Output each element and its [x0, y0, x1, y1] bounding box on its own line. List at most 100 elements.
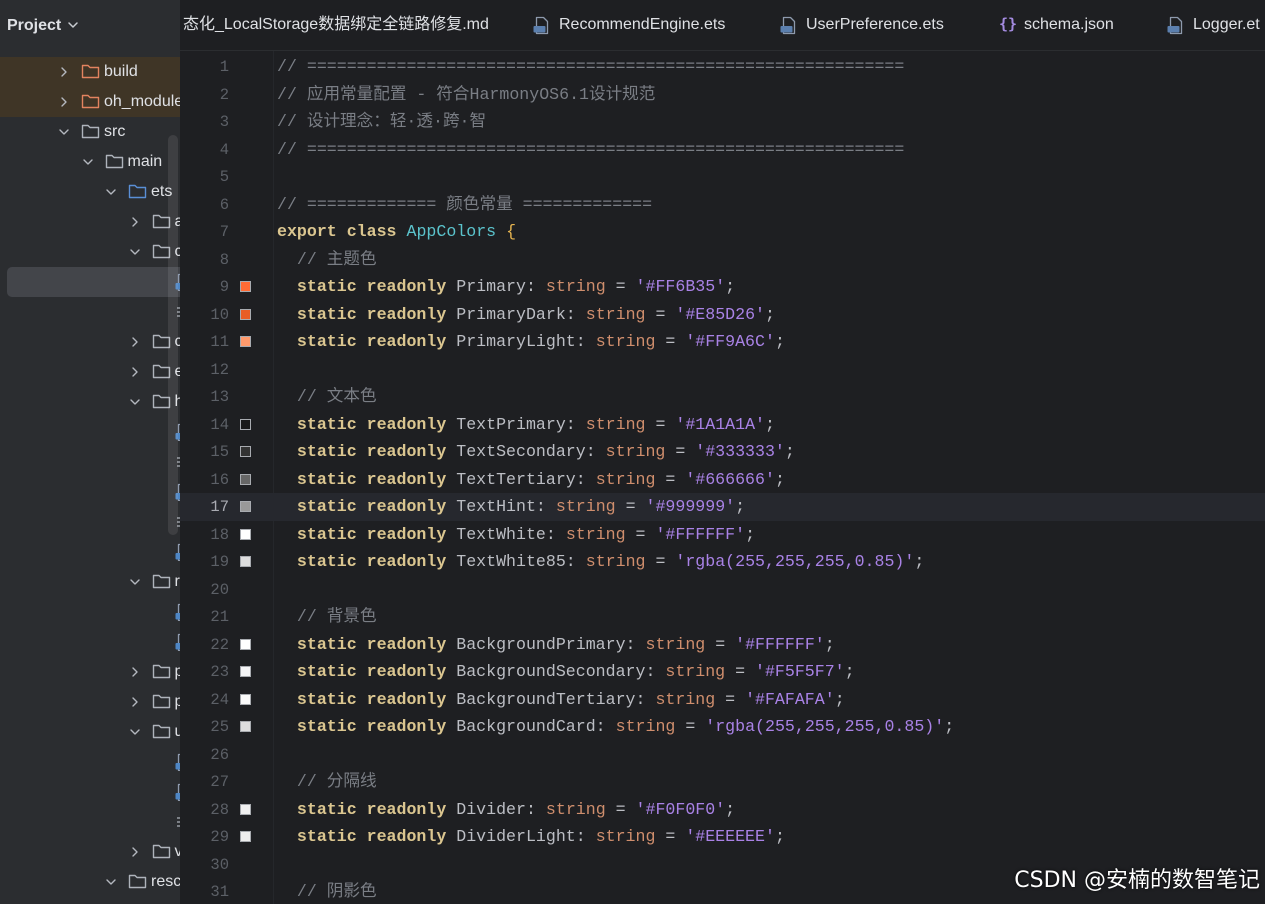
code-line-2[interactable]: 2 // 应用常量配置 - 符合HarmonyOS6.1设计规范: [180, 81, 1265, 109]
code-line-27[interactable]: 27 // 分隔线: [180, 768, 1265, 796]
project-tree[interactable]: build oh_module src main ets a c c e h r p p u v resc: [0, 0, 180, 904]
chevron-down-icon[interactable]: [129, 397, 140, 407]
code-line-8[interactable]: 8 // 主题色: [180, 246, 1265, 274]
tree-file-ets-file[interactable]: [0, 597, 180, 627]
code-line-25[interactable]: 25 static readonly BackgroundCard: strin…: [180, 713, 1265, 741]
tree-folder-u[interactable]: u: [0, 717, 180, 747]
code-line-20[interactable]: 20: [180, 576, 1265, 604]
project-panel-header[interactable]: Project: [0, 0, 180, 50]
tree-scrollbar-thumb[interactable]: [168, 135, 178, 535]
color-swatch-icon[interactable]: [240, 638, 251, 650]
chevron-down-icon[interactable]: [106, 187, 116, 197]
chevron-right-icon[interactable]: [130, 217, 140, 227]
tree-folder-r[interactable]: r: [0, 567, 180, 597]
tab-schema-json[interactable]: {} schema.json: [990, 0, 1160, 50]
code-line-11[interactable]: 11 static readonly PrimaryLight: string …: [180, 328, 1265, 356]
tree-folder-main[interactable]: main: [0, 147, 180, 177]
code-line-19[interactable]: 19 static readonly TextWhite85: string =…: [180, 548, 1265, 576]
tree-folder-resc[interactable]: resc: [0, 867, 180, 897]
tab-recommend-engine[interactable]: RecommendEngine.ets: [525, 0, 770, 50]
tree-folder-p[interactable]: p: [0, 687, 180, 717]
color-swatch-icon[interactable]: [240, 473, 251, 485]
code-line-23[interactable]: 23 static readonly BackgroundSecondary: …: [180, 658, 1265, 686]
chevron-right-icon[interactable]: [130, 697, 140, 707]
code-line-10[interactable]: 10 static readonly PrimaryDark: string =…: [180, 301, 1265, 329]
tree-folder-a[interactable]: a: [0, 207, 180, 237]
chevron-down-icon[interactable]: [129, 247, 140, 257]
color-swatch-icon[interactable]: [240, 528, 251, 540]
tree-folder-p[interactable]: p: [0, 657, 180, 687]
tree-file-ets-file[interactable]: [0, 537, 180, 567]
code-line-7[interactable]: 7 export class AppColors {: [180, 218, 1265, 246]
chevron-right-icon[interactable]: [59, 97, 69, 107]
chevron-right-icon[interactable]: [59, 67, 69, 77]
tree-file-ets-file[interactable]: [0, 267, 180, 297]
tab-logger[interactable]: Logger.et: [1160, 0, 1265, 50]
tree-folder-v[interactable]: v: [0, 837, 180, 867]
code-line-14[interactable]: 14 static readonly TextPrimary: string =…: [180, 411, 1265, 439]
color-swatch-icon[interactable]: [240, 418, 251, 430]
tree-file-text-file[interactable]: [0, 807, 180, 837]
project-panel-title[interactable]: Project: [7, 16, 61, 36]
code-line-4[interactable]: 4 // ====================================…: [180, 136, 1265, 164]
tab-user-preference[interactable]: UserPreference.ets: [770, 0, 990, 50]
chevron-down-icon[interactable]: [59, 127, 69, 137]
code-line-21[interactable]: 21 // 背景色: [180, 603, 1265, 631]
chevron-right-icon[interactable]: [130, 847, 140, 857]
code-lines[interactable]: 1 // ====================================…: [180, 53, 1265, 904]
color-swatch-icon[interactable]: [240, 281, 251, 292]
color-swatch-icon[interactable]: [240, 831, 251, 842]
code-line-6[interactable]: 6 // ============= 颜色常量 =============: [180, 191, 1265, 219]
chevron-down-icon[interactable]: [106, 877, 116, 887]
code-line-16[interactable]: 16 static readonly TextTertiary: string …: [180, 466, 1265, 494]
chevron-down-icon[interactable]: [129, 727, 140, 737]
code-line-18[interactable]: 18 static readonly TextWhite: string = '…: [180, 521, 1265, 549]
color-swatch-icon[interactable]: [240, 693, 251, 705]
chevron-down-icon[interactable]: [129, 577, 140, 587]
color-swatch-icon[interactable]: [240, 721, 251, 732]
chevron-right-icon[interactable]: [130, 367, 140, 377]
tree-folder-c[interactable]: c: [0, 327, 180, 357]
tree-folder-src[interactable]: src: [0, 117, 180, 147]
tree-folder-build[interactable]: build: [0, 57, 180, 87]
tree-file-text-file[interactable]: [0, 447, 180, 477]
chevron-right-icon[interactable]: [130, 667, 140, 677]
code-line-28[interactable]: 28 static readonly Divider: string = '#F…: [180, 796, 1265, 824]
color-swatch-icon[interactable]: [240, 556, 251, 567]
code-line-15[interactable]: 15 static readonly TextSecondary: string…: [180, 438, 1265, 466]
code-line-17[interactable]: 17 static readonly TextHint: string = '#…: [180, 493, 1265, 521]
tree-file-ets-file[interactable]: [0, 627, 180, 657]
code-line-13[interactable]: 13 // 文本色: [180, 383, 1265, 411]
chevron-down-icon[interactable]: [82, 157, 93, 167]
color-swatch-icon[interactable]: [240, 446, 251, 457]
color-swatch-icon[interactable]: [240, 666, 251, 677]
tree-folder-c[interactable]: c: [0, 237, 180, 267]
tree-folder-ets[interactable]: ets: [0, 177, 180, 207]
code-line-24[interactable]: 24 static readonly BackgroundTertiary: s…: [180, 686, 1265, 714]
tree-file-text-file[interactable]: [0, 297, 180, 327]
tree-folder-h[interactable]: h: [0, 387, 180, 417]
tree-file-ets-file[interactable]: [0, 477, 180, 507]
chevron-down-icon[interactable]: [67, 20, 79, 30]
color-swatch-icon[interactable]: [240, 501, 251, 512]
code-editor[interactable]: 1 // ====================================…: [180, 51, 1265, 904]
code-line-29[interactable]: 29 static readonly DividerLight: string …: [180, 823, 1265, 851]
color-swatch-icon[interactable]: [240, 308, 251, 320]
code-line-5[interactable]: 5: [180, 163, 1265, 191]
code-line-22[interactable]: 22 static readonly BackgroundPrimary: st…: [180, 631, 1265, 659]
color-swatch-icon[interactable]: [240, 336, 251, 347]
color-swatch-icon[interactable]: [240, 803, 251, 815]
tree-file-ets-file[interactable]: [0, 747, 180, 777]
code-line-9[interactable]: 9 static readonly Primary: string = '#FF…: [180, 273, 1265, 301]
code-line-12[interactable]: 12: [180, 356, 1265, 384]
tree-file-ets-file[interactable]: [0, 417, 180, 447]
chevron-right-icon[interactable]: [130, 337, 140, 347]
code-line-3[interactable]: 3 // 设计理念：轻·透·跨·智: [180, 108, 1265, 136]
tree-folder-oh_module[interactable]: oh_module: [0, 87, 180, 117]
tree-file-text-file[interactable]: [0, 507, 180, 537]
tree-folder-e[interactable]: e: [0, 357, 180, 387]
tab-markdown-doc[interactable]: 态化_LocalStorage数据绑定全链路修复.md: [180, 0, 525, 50]
code-line-1[interactable]: 1 // ====================================…: [180, 53, 1265, 81]
tree-file-ets-file[interactable]: [0, 777, 180, 807]
code-line-26[interactable]: 26: [180, 741, 1265, 769]
